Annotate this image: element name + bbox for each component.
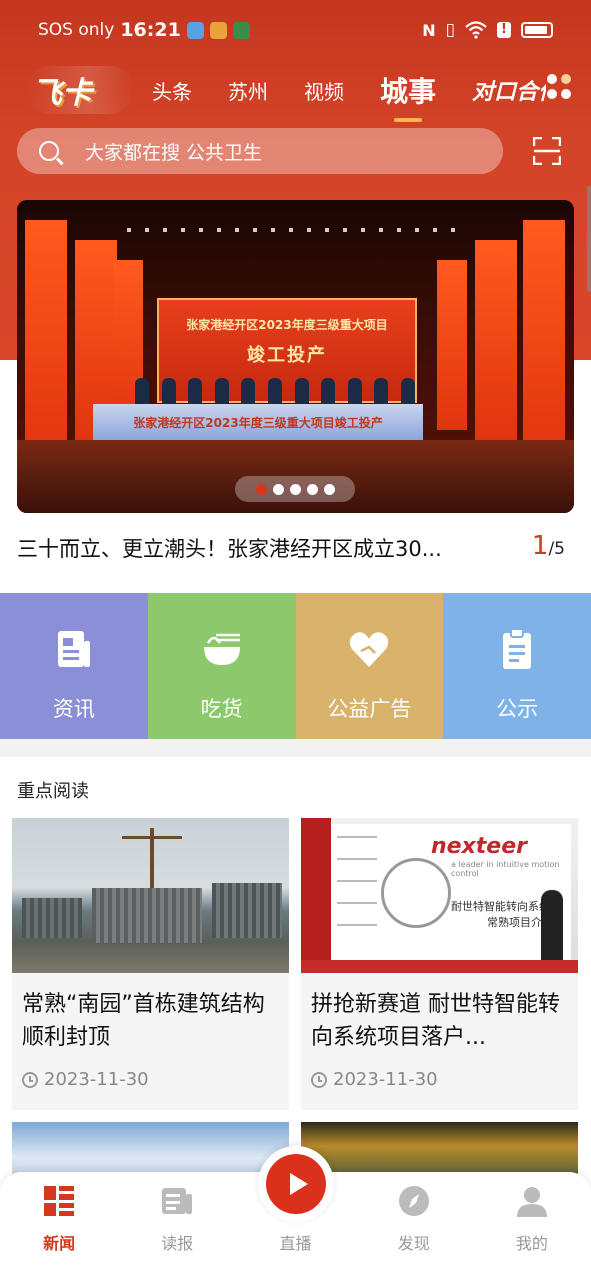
thumbnail-text: 耐世特智能转向系统 (451, 900, 550, 913)
stage-panel (523, 220, 565, 460)
thumbnail-brand-sub: a leader in intuitive motion control (451, 860, 560, 878)
banner-counter-current: 1 (531, 531, 549, 561)
clock-icon (22, 1071, 38, 1088)
play-icon (289, 1173, 308, 1195)
channel-tabs: 头条 苏州 视频 城事 对口合作 (152, 62, 546, 122)
stage-people (135, 378, 415, 404)
nav-discover[interactable]: 发现 (355, 1184, 473, 1254)
article-card[interactable]: 常熟“南园”首栋建筑结构顺利封顶 2023-11-30 (12, 818, 289, 1110)
stage-lights (127, 228, 467, 232)
article-card[interactable]: nexteer a leader in intuitive motion con… (301, 818, 578, 1110)
article-title: 常熟“南园”首栋建筑结构顺利封顶 (22, 992, 265, 1050)
vibrate-icon: ▯ (445, 20, 455, 40)
article-thumbnail (12, 818, 289, 973)
status-time: 16:21 (120, 19, 181, 41)
scan-icon[interactable] (533, 137, 561, 165)
stage-front-banner: 张家港经开区2023年度三级重大项目竣工投产 (93, 404, 423, 440)
thumbnail-brand: nexteer (431, 834, 527, 859)
category-label: 吃货 (200, 697, 243, 721)
category-announcements[interactable]: 公示 (443, 593, 591, 739)
category-grid: 资讯 吃货 公益广告 公示 (0, 593, 591, 739)
wifi-icon (465, 21, 487, 39)
heart-hands-icon (350, 632, 389, 667)
section-separator (0, 739, 591, 757)
noodle-bowl-icon (203, 633, 240, 665)
clipboard-icon (503, 628, 532, 669)
channel-menu-icon[interactable] (547, 74, 573, 100)
article-date: 2023-11-30 (12, 1059, 289, 1100)
article-thumbnail: nexteer a leader in intuitive motion con… (301, 818, 578, 973)
banner-counter-total: /5 (548, 539, 565, 559)
category-news[interactable]: 资讯 (0, 593, 148, 739)
nav-news[interactable]: 新闻 (0, 1184, 118, 1254)
profile-icon (516, 1187, 547, 1217)
carousel-dot[interactable] (272, 483, 284, 495)
banner-caption-row[interactable]: 三十而立、更立潮头！张家港经开区成立30... 1/5 (0, 513, 591, 593)
weather-app-icon (186, 21, 204, 39)
section-title: 重点阅读 (17, 781, 89, 802)
stage-panel (437, 260, 467, 430)
stage-screen-line1: 张家港经开区2023年度三级重大项目 (186, 318, 388, 332)
tab-video[interactable]: 视频 (304, 76, 344, 105)
search-row: 大家都在搜 公共卫生 (0, 128, 591, 176)
compass-icon (398, 1186, 429, 1216)
clock-icon (311, 1071, 327, 1088)
alert-icon: ! (497, 22, 511, 38)
banner-caption: 三十而立、更立潮头！张家港经开区成立30... (17, 537, 442, 561)
battery-icon (521, 22, 553, 38)
live-button[interactable] (258, 1146, 334, 1222)
game-app-icon (232, 21, 250, 39)
carousel-dot[interactable] (289, 483, 301, 495)
nav-label: 读报 (161, 1234, 194, 1253)
search-icon (39, 141, 59, 161)
nfc-icon: N (422, 20, 436, 40)
nav-label: 我的 (515, 1234, 548, 1253)
newspaper-icon (162, 1188, 193, 1214)
scrollbar[interactable] (587, 186, 591, 292)
news-grid-icon (44, 1186, 75, 1216)
carousel-dot[interactable] (306, 483, 318, 495)
category-label: 资讯 (52, 697, 95, 721)
article-date: 2023-11-30 (301, 1059, 578, 1100)
search-input[interactable]: 大家都在搜 公共卫生 (17, 128, 503, 174)
category-charity-ads[interactable]: 公益广告 (295, 593, 444, 739)
stage-panel (25, 220, 67, 460)
tab-headlines[interactable]: 头条 (152, 76, 192, 105)
category-food[interactable]: 吃货 (147, 593, 296, 739)
nav-label: 新闻 (43, 1234, 76, 1253)
carousel-dot[interactable] (323, 483, 335, 495)
category-label: 公示 (496, 697, 539, 721)
article-date-text: 2023-11-30 (333, 1069, 438, 1090)
status-bar: SOS only 16:21 N ▯ ! (0, 0, 591, 60)
search-placeholder: 大家都在搜 公共卫生 (85, 141, 263, 164)
banner-carousel[interactable]: 张家港经开区2023年度三级重大项目 竣工投产 张家港经开区2023年度三级重大… (17, 200, 574, 513)
carousel-indicator (235, 476, 355, 502)
category-label: 公益广告 (327, 697, 412, 721)
tab-city-affairs[interactable]: 城事 (380, 70, 436, 122)
carousel-dot[interactable] (255, 483, 267, 495)
news-doc-icon (57, 631, 90, 667)
nav-profile[interactable]: 我的 (473, 1184, 591, 1254)
tab-suzhou[interactable]: 苏州 (228, 76, 268, 105)
article-title: 拼抢新赛道 耐世特智能转向系统项目落户... (311, 992, 560, 1050)
nav-newspaper[interactable]: 读报 (118, 1184, 236, 1254)
nav-label: 发现 (397, 1234, 430, 1253)
nav-label: 直播 (279, 1234, 312, 1253)
stage-screen-line2: 竣工投产 (247, 345, 327, 366)
stage-panel (475, 240, 517, 440)
news-app-icon (209, 21, 227, 39)
app-logo[interactable]: 飞卡 (26, 66, 134, 114)
carrier-text: SOS only (38, 20, 115, 40)
banner-counter: 1/5 (532, 531, 565, 561)
tab-partnership[interactable]: 对口合作 (472, 74, 546, 106)
top-nav: 飞卡 头条 苏州 视频 城事 对口合作 (0, 62, 591, 122)
article-date-text: 2023-11-30 (44, 1069, 149, 1090)
